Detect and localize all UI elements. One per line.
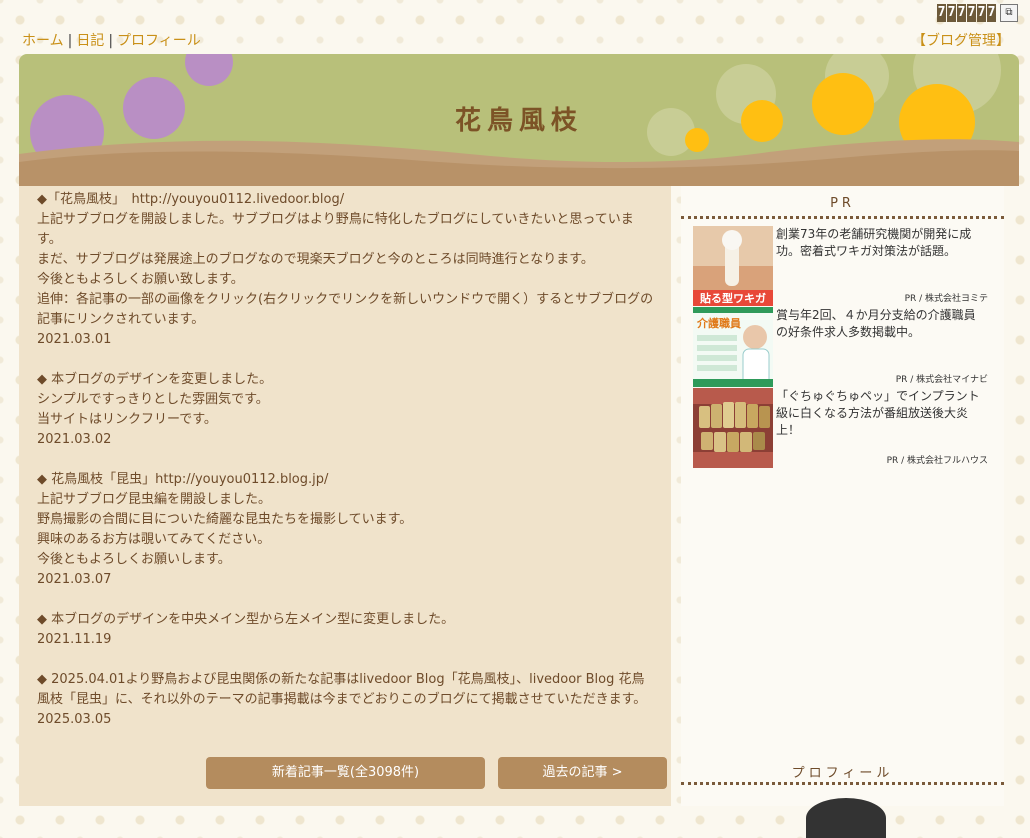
- nav-profile-link[interactable]: プロフィール: [117, 33, 201, 49]
- ad-thumbnail[interactable]: [693, 388, 773, 468]
- access-counter: 7 7 7 7 7 7: [937, 4, 996, 22]
- post-item: ◆ 本ブログのデザインを変更しました。 シンプルですっきりとした雰囲気です。 当…: [37, 370, 657, 450]
- ad-item[interactable]: 「ぐちゅぐちゅペッ」でインプラント級に白くなる方法が番組放送後大炎上！ PR /…: [693, 388, 993, 468]
- top-nav: ホーム | 日記 | プロフィール: [22, 30, 201, 50]
- post-date: 2021.03.02: [37, 432, 112, 447]
- post-line: ◆ 本ブログのデザインを変更しました。: [37, 372, 273, 387]
- counter-digit: 7: [957, 4, 966, 22]
- site-header: 花鳥風枝: [19, 54, 1019, 186]
- post-line: 今後ともよろしくお願いします。: [37, 552, 231, 567]
- post-item: ◆ 本ブログのデザインを中央メイン型から左メイン型に変更しました。 2021.1…: [37, 610, 657, 650]
- ad-item[interactable]: 貼る型ワキガ 創業73年の老舗研究機関が開発に成功。密着式ワキガ対策法が話題。 …: [693, 226, 993, 306]
- sidebar: PR 貼る型ワキガ 創業73年の老舗研究機関が開発に成功。密着式ワキガ対策法が話…: [681, 186, 1004, 838]
- ad-sponsor: PR / 株式会社ヨミテ: [904, 294, 988, 304]
- nav-separator: |: [67, 33, 73, 49]
- post-line: ◆ 本ブログのデザインを中央メイン型から左メイン型に変更しました。: [37, 612, 455, 627]
- post-line: ◆「花鳥風枝」 http://youyou0112.livedoor.blog/: [37, 192, 345, 207]
- ad-text[interactable]: 「ぐちゅぐちゅペッ」でインプラント級に白くなる方法が番組放送後大炎上！: [776, 388, 981, 439]
- post-item: ◆ 2025.04.01より野鳥および昆虫関係の新たな記事はlivedoor B…: [37, 670, 657, 730]
- counter-digit: 7: [947, 4, 956, 22]
- nav-separator: |: [108, 33, 114, 49]
- post-line: 今後ともよろしくお願い致します。: [37, 272, 244, 287]
- past-posts-button[interactable]: 過去の記事 >: [498, 757, 667, 789]
- all-posts-button[interactable]: 新着記事一覧(全3098件): [206, 757, 485, 789]
- post-date: 2021.11.19: [37, 632, 112, 647]
- post-date: 2025.03.05: [37, 712, 112, 727]
- nav-diary-link[interactable]: 日記: [76, 33, 104, 49]
- avatar[interactable]: [806, 798, 886, 838]
- post-line: 野鳥撮影の合間に目についた綺麗な昆虫たちを撮影しています。: [37, 512, 413, 527]
- post-line: 追伸：各記事の一部の画像をクリック(右クリックでリンクを新しいウンドウで開く）す…: [37, 292, 654, 327]
- counter-digit: 7: [937, 4, 946, 22]
- ad-sponsor: PR / 株式会社フルハウス: [886, 456, 988, 466]
- post-line: ◆ 花鳥風枝「昆虫」http://youyou0112.blog.jp/: [37, 472, 329, 487]
- post-date: 2021.03.01: [37, 332, 112, 347]
- post-item: ◆ 花鳥風枝「昆虫」http://youyou0112.blog.jp/ 上記サ…: [37, 470, 657, 590]
- counter-digit: 7: [967, 4, 976, 22]
- ad-text[interactable]: 賞与年2回、４か月分支給の介護職員の好条件求人多数掲載中。: [776, 307, 981, 341]
- blog-admin-link[interactable]: 【ブログ管理】: [912, 30, 1010, 50]
- divider: [681, 216, 1004, 219]
- post-line: 当サイトはリンクフリーです。: [37, 412, 217, 427]
- profile-heading: プロフィール: [791, 766, 894, 781]
- ad-text[interactable]: 創業73年の老舗研究機関が開発に成功。密着式ワキガ対策法が話題。: [776, 226, 981, 260]
- post-line: シンプルですっきりとした雰囲気です。: [37, 392, 269, 407]
- post-line: まだ、サブブログは発展途上のブログなので現楽天ブログと今のところは同時進行となり…: [37, 252, 594, 267]
- main-column: ◆「花鳥風枝」 http://youyou0112.livedoor.blog/…: [19, 186, 671, 806]
- ad-item[interactable]: 介護職員 賞与年2回、４か月分支給の介護職員の好条件求人多数掲載中。 PR / …: [693, 307, 993, 387]
- post-line: ◆ 2025.04.01より野鳥および昆虫関係の新たな記事はlivedoor B…: [37, 672, 647, 707]
- post-line: 興味のあるお方は覗いてみてください。: [37, 532, 271, 547]
- divider: [681, 782, 1004, 785]
- pr-heading: PR: [830, 196, 855, 211]
- nav-home-link[interactable]: ホーム: [22, 33, 64, 49]
- counter-settings-icon[interactable]: ⧉: [1000, 4, 1018, 22]
- counter-digit: 7: [987, 4, 996, 22]
- ad-thumb-label: 貼る型ワキガ: [699, 291, 766, 305]
- ad-thumb-label: 介護職員: [696, 316, 741, 330]
- ad-sponsor: PR / 株式会社マイナビ: [895, 375, 988, 385]
- site-title[interactable]: 花鳥風枝: [19, 100, 1019, 137]
- post-line: 上記サブブログ昆虫編を開設しました。: [37, 492, 272, 507]
- counter-digit: 7: [977, 4, 986, 22]
- ad-thumbnail[interactable]: 貼る型ワキガ: [693, 226, 773, 306]
- post-list: ◆「花鳥風枝」 http://youyou0112.livedoor.blog/…: [37, 190, 657, 750]
- post-line: 上記サブブログを開設しました。サブブログはより野鳥に特化したブログにしていきたい…: [37, 212, 634, 247]
- post-item: ◆「花鳥風枝」 http://youyou0112.livedoor.blog/…: [37, 190, 657, 350]
- ad-thumbnail[interactable]: 介護職員: [693, 307, 773, 387]
- post-date: 2021.03.07: [37, 572, 112, 587]
